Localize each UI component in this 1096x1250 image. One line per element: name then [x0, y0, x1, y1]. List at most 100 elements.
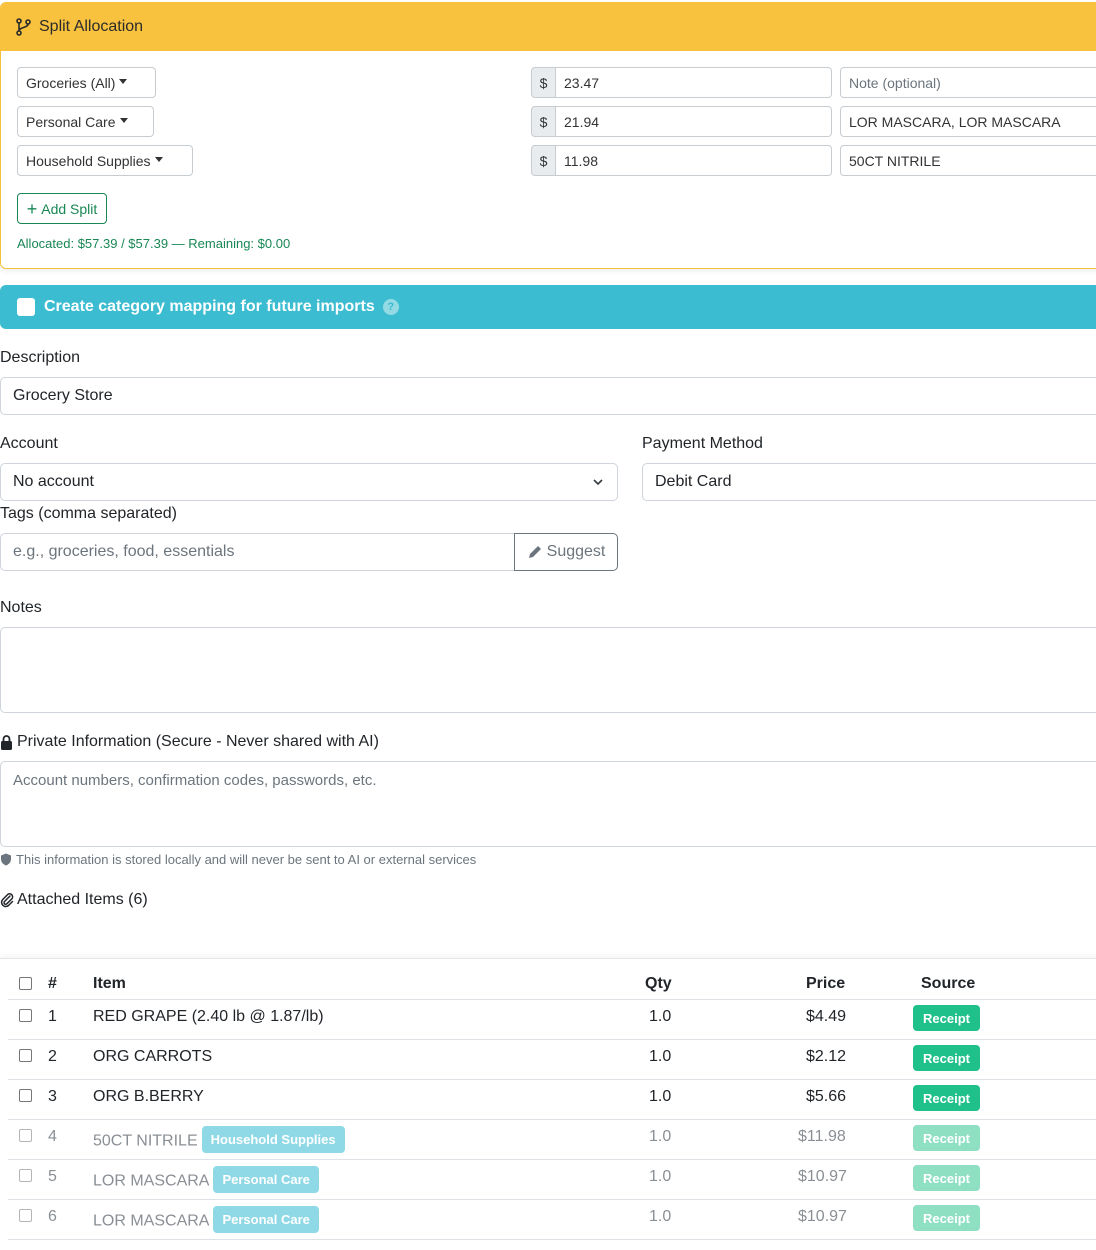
row-item-cell: 50CT NITRILE Household Supplies — [93, 1126, 345, 1155]
table-row: 5 LOR MASCARA Personal Care 1.0 $10.97 Re… — [8, 1160, 1096, 1200]
shield-icon — [1, 853, 11, 866]
split-amount-group: $ 23.47 — [531, 67, 832, 98]
header-price: Price — [806, 975, 846, 992]
account-label: Account — [0, 435, 58, 452]
payment-method-input[interactable]: Debit Card — [642, 463, 1096, 501]
source-badge: Receipt — [913, 1165, 980, 1191]
row-checkbox[interactable] — [19, 1009, 32, 1022]
help-icon[interactable]: ? — [382, 299, 399, 315]
paperclip-icon — [0, 893, 14, 908]
private-info-textarea[interactable]: Account numbers, confirmation codes, pas… — [0, 761, 1096, 847]
branch-icon — [15, 18, 33, 36]
split-note-input[interactable]: LOR MASCARA, LOR MASCARA — [840, 106, 1096, 137]
caret-down-icon — [154, 157, 163, 162]
description-input[interactable]: Grocery Store — [0, 377, 1096, 415]
split-category-dropdown[interactable]: Household Supplies — [17, 145, 193, 176]
row-checkbox[interactable] — [19, 1049, 32, 1062]
split-note-input[interactable]: Note (optional) — [840, 67, 1096, 98]
suggest-button[interactable]: Suggest — [514, 533, 618, 571]
header-qty: Qty — [645, 975, 672, 992]
pencil-icon — [528, 546, 541, 558]
row-num: 5 — [48, 1168, 57, 1185]
row-num: 1 — [48, 1008, 57, 1025]
notes-label: Notes — [0, 599, 42, 616]
category-badge: Personal Care — [213, 1166, 319, 1193]
source-badge: Receipt — [913, 1045, 980, 1071]
split-allocation-header: Split Allocation — [1, 3, 1096, 51]
row-qty: 1.0 — [649, 1008, 672, 1025]
table-row: 1 RED GRAPE (2.40 lb @ 1.87/lb) 1.0 $4.4… — [8, 1000, 1096, 1040]
source-badge: Receipt — [913, 1085, 980, 1111]
split-amount-input[interactable]: 23.47 — [556, 67, 832, 98]
row-num: 2 — [48, 1048, 57, 1065]
row-item: RED GRAPE (2.40 lb @ 1.87/lb) — [93, 1008, 324, 1025]
caret-down-icon — [119, 79, 128, 84]
select-all-checkbox[interactable] — [19, 977, 32, 990]
split-amount-input[interactable]: 21.94 — [556, 106, 832, 137]
row-num: 4 — [48, 1128, 57, 1145]
split-allocation-title: Split Allocation — [39, 18, 144, 35]
row-price: $5.66 — [806, 1088, 847, 1105]
tags-input[interactable]: e.g., groceries, food, essentials — [0, 533, 515, 571]
suggest-label: Suggest — [546, 543, 606, 560]
private-info-heading: Private Information (Secure - Never shar… — [0, 733, 379, 751]
currency-prefix: $ — [531, 145, 556, 176]
row-price: $10.97 — [798, 1168, 847, 1185]
category-badge: Personal Care — [213, 1206, 319, 1233]
description-label: Description — [0, 349, 81, 366]
split-category-dropdown[interactable]: Groceries (All) — [17, 67, 156, 98]
category-badge: Household Supplies — [201, 1126, 345, 1153]
source-badge: Receipt — [913, 1205, 980, 1231]
category-mapping-checkbox[interactable] — [17, 298, 35, 316]
table-row: 3 ORG B.BERRY 1.0 $5.66 Receipt — [8, 1080, 1096, 1120]
tags-label: Tags (comma separated) — [0, 505, 177, 522]
split-row: Household Supplies — [17, 145, 193, 176]
split-amount-group: $ 21.94 — [531, 106, 832, 137]
row-price: $2.12 — [806, 1048, 847, 1065]
row-item-cell: LOR MASCARA Personal Care — [93, 1206, 319, 1235]
header-item: Item — [93, 975, 126, 992]
row-num: 6 — [48, 1208, 57, 1225]
add-split-label: Add Split — [41, 200, 98, 217]
split-category-dropdown[interactable]: Personal Care — [17, 106, 154, 137]
category-mapping-label[interactable]: Create category mapping for future impor… — [44, 298, 375, 316]
payment-method-label: Payment Method — [642, 435, 763, 452]
split-category-label: Personal Care — [26, 113, 116, 130]
attached-items-heading: Attached Items (6) — [0, 891, 148, 909]
plus-icon: + — [26, 198, 38, 219]
split-category-label: Household Supplies — [26, 152, 151, 169]
row-checkbox[interactable] — [19, 1089, 32, 1102]
split-row: Groceries (All) — [17, 67, 156, 98]
table-header-row: # Item Qty Price Source — [8, 967, 1096, 1000]
split-allocation-card: Split Allocation Groceries (All) $ 23.47… — [0, 2, 1096, 269]
notes-textarea[interactable] — [0, 627, 1096, 713]
lock-icon — [1, 734, 12, 750]
row-item: 50CT NITRILE — [93, 1132, 198, 1150]
split-note-input[interactable]: 50CT NITRILE — [840, 145, 1096, 176]
row-price: $4.49 — [806, 1008, 847, 1025]
allocation-summary: Allocated: $57.39 / $57.39 — Remaining: … — [17, 236, 291, 251]
caret-down-icon — [119, 118, 128, 123]
attached-items-table: # Item Qty Price Source 1 RED GRAPE (2.4… — [0, 958, 1096, 1250]
row-checkbox[interactable] — [19, 1209, 32, 1222]
row-qty: 1.0 — [649, 1128, 672, 1145]
table-row: 6 LOR MASCARA Personal Care 1.0 $10.97 Re… — [8, 1200, 1096, 1240]
row-qty: 1.0 — [649, 1208, 672, 1225]
split-amount-group: $ 11.98 — [531, 145, 832, 176]
row-item: ORG B.BERRY — [93, 1088, 204, 1105]
row-checkbox[interactable] — [19, 1129, 32, 1142]
source-badge: Receipt — [913, 1125, 980, 1151]
table-row: 2 ORG CARROTS 1.0 $2.12 Receipt — [8, 1040, 1096, 1080]
header-source: Source — [921, 975, 976, 992]
row-item: ORG CARROTS — [93, 1048, 213, 1065]
source-badge: Receipt — [913, 1005, 980, 1031]
row-checkbox[interactable] — [19, 1169, 32, 1182]
row-qty: 1.0 — [649, 1048, 672, 1065]
add-split-button[interactable]: + Add Split — [17, 193, 107, 224]
split-amount-input[interactable]: 11.98 — [556, 145, 832, 176]
row-item: LOR MASCARA — [93, 1172, 210, 1190]
private-info-note-text: This information is stored locally and w… — [16, 852, 477, 867]
account-select[interactable]: No account — [0, 463, 618, 501]
chevron-down-icon — [593, 479, 603, 486]
account-selected-value: No account — [13, 473, 94, 490]
